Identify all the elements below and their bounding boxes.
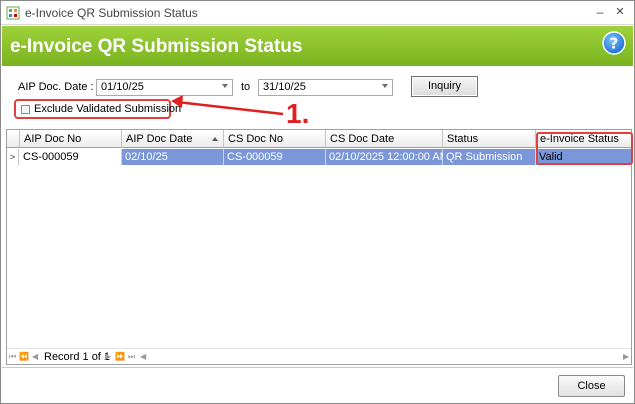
scroll-left-icon[interactable]: ◀ — [140, 352, 146, 361]
cell-cs-doc-date[interactable]: 02/10/2025 12:00:00 AM — [326, 149, 449, 165]
results-grid: AIP Doc No AIP Doc Date CS Doc No CS Doc… — [6, 129, 633, 365]
scroll-right-icon[interactable]: ▶ — [623, 352, 629, 361]
column-header-aip-doc-date-label: AIP Doc Date — [126, 133, 193, 145]
close-button[interactable]: Close — [558, 375, 625, 397]
grid-header-indicator — [7, 130, 20, 148]
next-record-icon[interactable]: ▶ — [105, 352, 111, 361]
first-page-icon[interactable]: ⏮ — [9, 352, 16, 362]
column-header-cs-doc-date[interactable]: CS Doc Date — [326, 130, 443, 148]
dialog-window: e-Invoice QR Submission Status – ✕ e-Inv… — [0, 0, 635, 404]
row-indicator-icon: > — [7, 149, 19, 165]
column-header-aip-doc-no[interactable]: AIP Doc No — [20, 130, 122, 148]
cell-cs-doc-no[interactable]: CS-000059 — [224, 149, 326, 165]
e-invoice-status-highlight — [536, 132, 633, 165]
column-header-status[interactable]: Status — [443, 130, 536, 148]
last-page-icon[interactable]: ⏭ — [128, 352, 135, 362]
annotation-number: 1. — [286, 97, 324, 131]
next-page-icon[interactable]: ⏩ — [115, 352, 125, 361]
sort-ascending-icon — [212, 137, 218, 141]
previous-page-icon[interactable]: ⏪ — [19, 352, 29, 361]
record-counter: Record 1 of 1 — [44, 351, 111, 363]
cell-aip-doc-date[interactable]: 02/10/25 — [122, 149, 224, 165]
column-header-cs-doc-no[interactable]: CS Doc No — [224, 130, 326, 148]
cell-aip-doc-no[interactable]: CS-000059 — [20, 149, 122, 165]
grid-navigator: ⏮ ⏪ ◀ Record 1 of 1 ▶ ⏩ ⏭ ◀ ▶ — [7, 348, 631, 364]
previous-record-icon[interactable]: ◀ — [32, 352, 38, 361]
bottom-bar: Close — [2, 367, 633, 403]
column-header-aip-doc-date[interactable]: AIP Doc Date — [122, 130, 224, 148]
cell-status[interactable]: QR Submission — [443, 149, 536, 165]
